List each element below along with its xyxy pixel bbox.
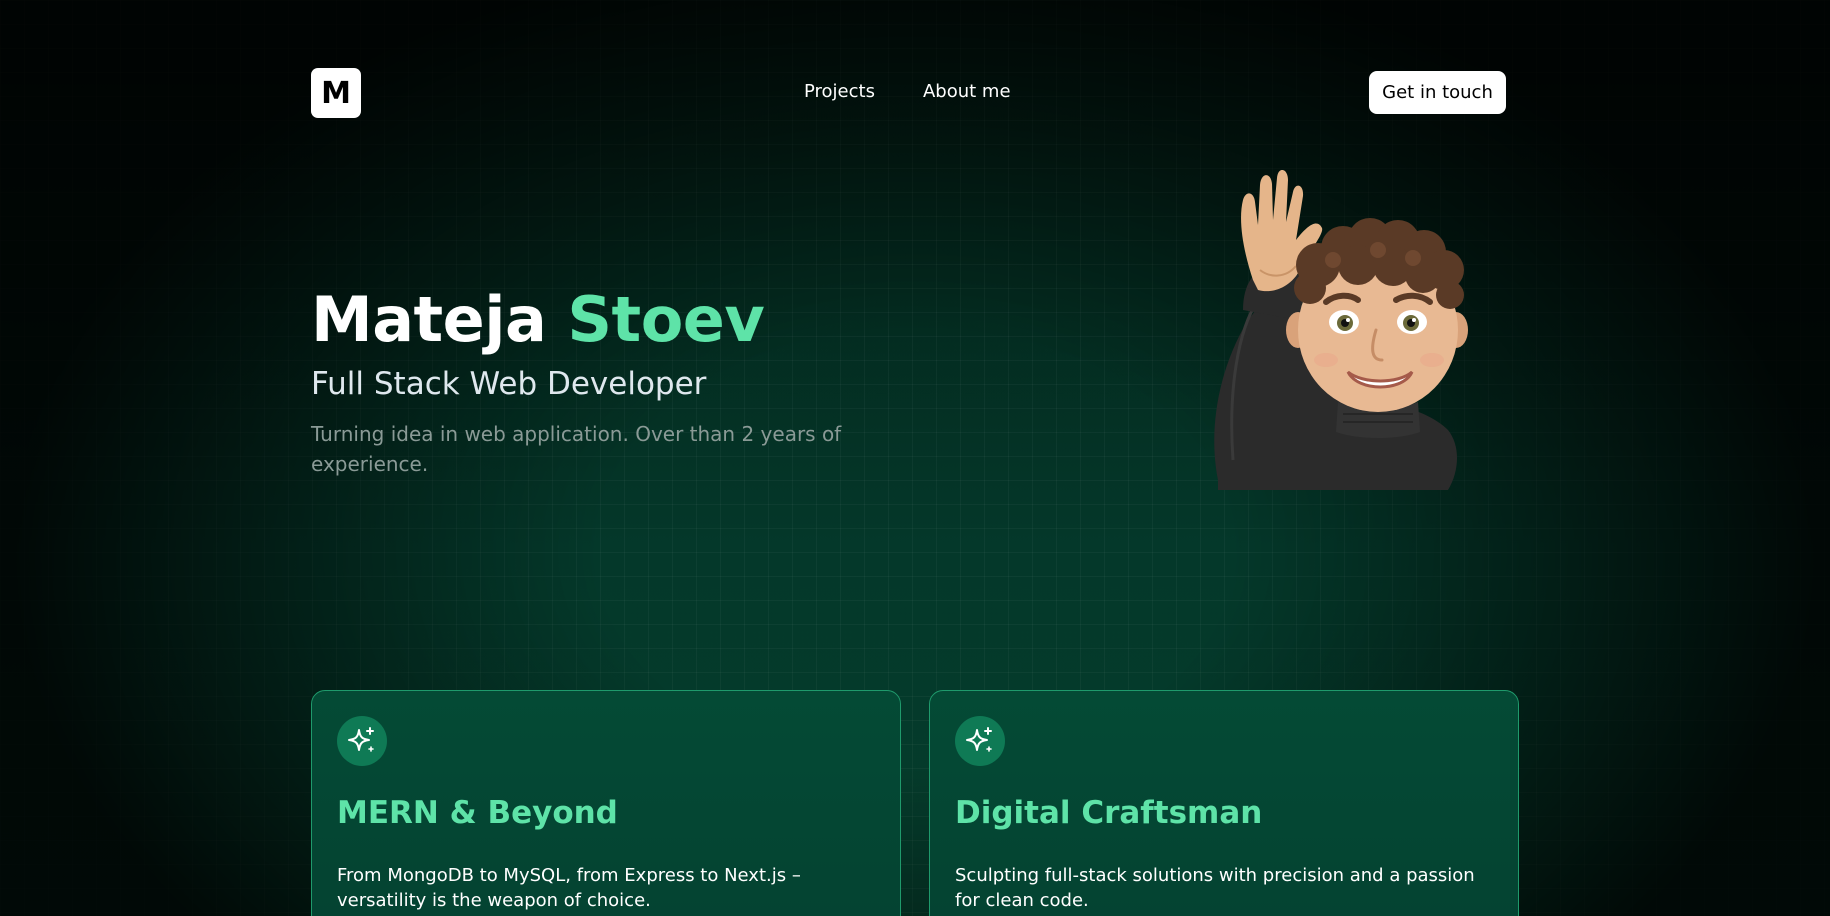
- hero-role: Full Stack Web Developer: [311, 366, 707, 402]
- waving-memoji-icon: [1198, 169, 1468, 490]
- nav-link-about-me[interactable]: About me: [923, 80, 1011, 104]
- feature-card-mern: MERN & Beyond From MongoDB to MySQL, fro…: [311, 690, 901, 916]
- sparkle-icon: [337, 716, 387, 766]
- card-title: MERN & Beyond: [337, 795, 618, 831]
- hero-name: Mateja Stoev: [311, 283, 765, 357]
- sparkle-icon: [955, 716, 1005, 766]
- card-text: Sculpting full-stack solutions with prec…: [955, 865, 1475, 911]
- card-text: From MongoDB to MySQL, from Express to N…: [337, 865, 801, 911]
- nav-link-projects[interactable]: Projects: [804, 80, 875, 104]
- hero-description: Turning idea in web application. Over th…: [311, 422, 842, 476]
- card-title: Digital Craftsman: [955, 795, 1263, 831]
- hero-last-name: Stoev: [567, 283, 765, 356]
- feature-card-digital-craftsman: Digital Craftsman Sculpting full-stack s…: [929, 690, 1519, 916]
- logo-letter: M: [321, 75, 351, 111]
- main-nav: Projects About me: [804, 80, 1011, 104]
- hero-first-name: Mateja: [311, 283, 547, 356]
- logo[interactable]: M: [311, 68, 361, 118]
- get-in-touch-button[interactable]: Get in touch: [1369, 71, 1506, 114]
